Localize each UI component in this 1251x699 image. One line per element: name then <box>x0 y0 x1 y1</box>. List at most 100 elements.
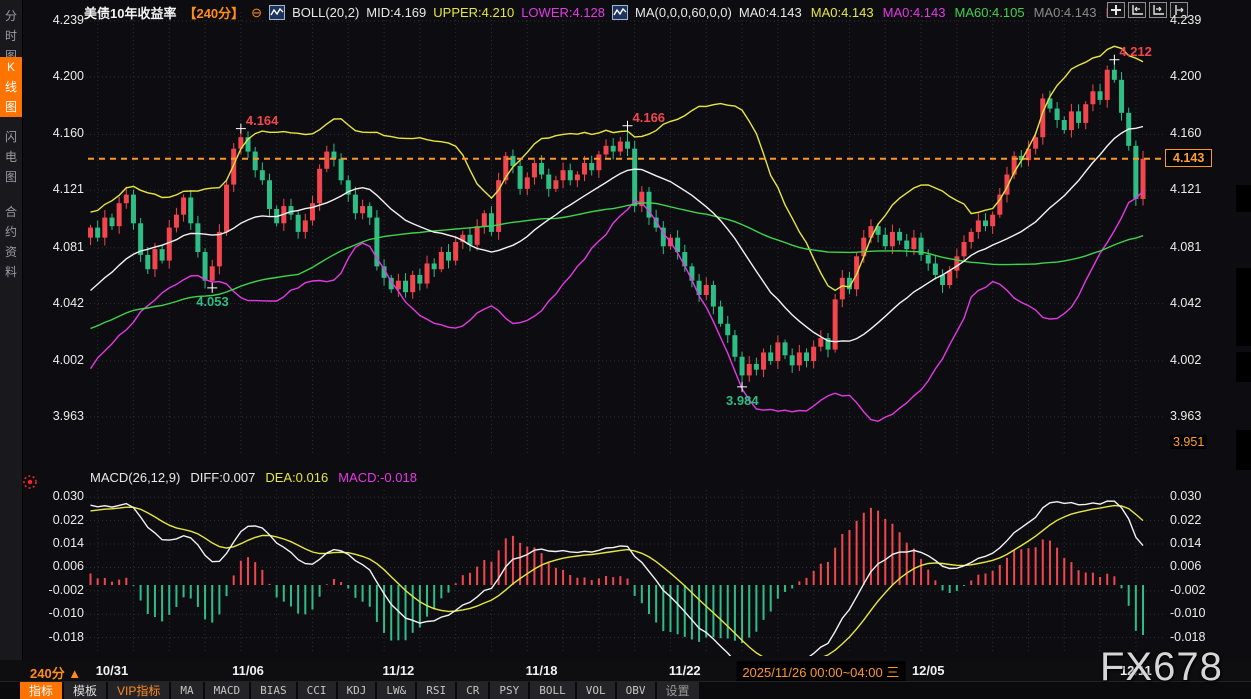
toolbar-button-VOL[interactable]: VOL <box>577 682 615 699</box>
macd-tick-label: 0.022 <box>28 513 84 527</box>
toolbar-button-BOLL[interactable]: BOLL <box>530 682 575 699</box>
toolbar-button-CR[interactable]: CR <box>457 682 488 699</box>
price-extreme-label: 4.166 <box>633 110 666 125</box>
boll-mid-value: MID:4.169 <box>366 5 426 20</box>
chart-app-window: 分时图K线图闪电图合约资料 美债10年收益率 【240分】 ⊖ BOLL(20,… <box>0 0 1251 699</box>
toolbar-button-VIP指标[interactable]: VIP指标 <box>108 682 169 699</box>
date-label: 11/22 <box>669 663 701 678</box>
macd-tick-label: 0.030 <box>1170 489 1201 503</box>
screen-artifact <box>1236 430 1251 470</box>
macd-tick-label: 0.006 <box>28 559 84 573</box>
macd-tick-label: 0.014 <box>28 536 84 550</box>
price-tick-label: 4.042 <box>1170 296 1201 310</box>
ma-chart-icon[interactable] <box>612 5 628 20</box>
candlestick-chart-canvas[interactable] <box>0 0 1251 699</box>
boll-label: BOLL(20,2) <box>292 5 359 20</box>
screen-artifact <box>1236 185 1251 212</box>
boll-chart-icon[interactable] <box>269 5 285 20</box>
date-label: 11/12 <box>382 663 414 678</box>
indicator-toolbar: 指标模板VIP指标MAMACDBIASCCIKDJLW&RSICRPSYBOLL… <box>0 681 1251 699</box>
macd-tick-label: -0.018 <box>28 630 84 644</box>
macd-tick-label: -0.010 <box>1170 606 1205 620</box>
symbol-title: 美债10年收益率 <box>84 3 176 22</box>
price-tick-label: 4.081 <box>1170 240 1201 254</box>
price-tick-label: 4.081 <box>28 240 84 254</box>
minus-circle-icon[interactable]: ⊖ <box>251 6 262 19</box>
highlighted-datetime-label: 2025/11/26 00:00~04:00 三 <box>736 661 905 682</box>
toolbar-button-MACD[interactable]: MACD <box>205 682 250 699</box>
price-extreme-label: 4.164 <box>246 113 279 128</box>
macd-tick-label: -0.002 <box>28 583 84 597</box>
screen-artifact <box>1236 268 1251 346</box>
date-label: 11/18 <box>526 663 558 678</box>
ma-value: MA60:4.105 <box>954 5 1024 20</box>
price-tick-label: 4.002 <box>28 353 84 367</box>
price-tick-label: 4.239 <box>1170 13 1201 27</box>
toolbar-button-指标[interactable]: 指标 <box>20 682 62 699</box>
price-extreme-label: 3.984 <box>726 393 759 408</box>
macd-params-label: MACD(26,12,9) <box>90 470 180 486</box>
ma-values: MA0:4.143 MA0:4.143 MA0:4.143 MA60:4.105 MA0… <box>739 5 1125 20</box>
macd-tick-label: 0.006 <box>1170 559 1201 573</box>
ma-params-label: MA(0,0,0,60,0,0) <box>635 5 732 20</box>
toolbar-button-模板[interactable]: 模板 <box>64 682 106 699</box>
price-tick-label: 4.002 <box>1170 353 1201 367</box>
macd-pane-legend: MACD(26,12,9) DIFF:0.007 DEA:0.016 MACD:… <box>90 470 417 486</box>
screen-artifact <box>1236 352 1251 382</box>
macd-dea-value: DEA:0.016 <box>265 470 328 486</box>
macd-diff-value: DIFF:0.007 <box>190 470 255 486</box>
time-axis-strip: 10/3111/0611/1211/1811/2212/0512/112025/… <box>0 660 1251 681</box>
price-tick-label: 4.160 <box>1170 126 1201 140</box>
ma-value: MA0:4.143 <box>739 5 802 20</box>
price-tick-label: 4.239 <box>28 13 84 27</box>
price-tick-label: 4.042 <box>28 296 84 310</box>
last-price-tag: 4.143 <box>1165 149 1212 167</box>
sidebar-tab-1[interactable]: K线图 <box>0 57 22 117</box>
toolbar-button-设置[interactable]: 设置 <box>657 682 699 699</box>
macd-tick-label: -0.010 <box>28 606 84 620</box>
toolbar-button-LW&[interactable]: LW& <box>377 682 415 699</box>
price-tick-label: 4.200 <box>28 69 84 83</box>
macd-value: MACD:-0.018 <box>338 470 417 486</box>
price-tick-label: 4.200 <box>1170 69 1201 83</box>
sidebar-tab-3[interactable]: 合约资料 <box>0 202 22 282</box>
date-label: 12/05 <box>912 663 945 678</box>
toolbar-button-RSI[interactable]: RSI <box>417 682 455 699</box>
price-tick-label: 4.121 <box>28 182 84 196</box>
scale-right-icon[interactable] <box>1149 2 1167 18</box>
boll-upper-value: UPPER:4.210 <box>433 5 514 20</box>
macd-tick-label: -0.002 <box>1170 583 1205 597</box>
price-extreme-label: 4.212 <box>1119 44 1152 59</box>
red-burst-icon[interactable] <box>22 474 38 490</box>
price-tick-label: 4.160 <box>28 126 84 140</box>
date-label: 11/06 <box>232 663 264 678</box>
date-label: 10/31 <box>96 663 129 678</box>
toolbar-button-BIAS[interactable]: BIAS <box>251 682 296 699</box>
toolbar-button-OBV[interactable]: OBV <box>617 682 655 699</box>
fx678-watermark: FX678 <box>1100 645 1223 690</box>
ma-value: MA0:4.143 <box>811 5 874 20</box>
toolbar-button-KDJ[interactable]: KDJ <box>338 682 376 699</box>
macd-tick-label: 0.030 <box>28 489 84 503</box>
scale-left-icon[interactable] <box>1128 2 1146 18</box>
period-label: 【240分】 <box>183 3 244 22</box>
price-tick-label: 3.963 <box>1170 409 1201 423</box>
price-tick-label: 3.963 <box>28 409 84 423</box>
price-tick-label: 4.121 <box>1170 182 1201 196</box>
ma-value: MA0:4.143 <box>1034 5 1097 20</box>
range-low-tag: 3.951 <box>1170 435 1207 449</box>
toolbar-button-PSY[interactable]: PSY <box>490 682 528 699</box>
ma-value: MA0:4.143 <box>883 5 946 20</box>
toolbar-button-MA[interactable]: MA <box>171 682 202 699</box>
price-extreme-label: 4.053 <box>196 294 229 309</box>
boll-lower-value: LOWER:4.128 <box>521 5 605 20</box>
price-pane-legend: 美债10年收益率 【240分】 ⊖ BOLL(20,2) MID:4.169 U… <box>84 3 1125 21</box>
period-quick-tag[interactable]: 240分 ▲ <box>30 663 81 682</box>
macd-tick-label: -0.018 <box>1170 630 1205 644</box>
macd-tick-label: 0.022 <box>1170 513 1201 527</box>
toolbar-button-CCI[interactable]: CCI <box>298 682 336 699</box>
macd-tick-label: 0.014 <box>1170 536 1201 550</box>
chart-type-sidebar: 分时图K线图闪电图合约资料 <box>0 0 23 660</box>
sidebar-tab-2[interactable]: 闪电图 <box>0 127 22 187</box>
pan-tool-icon[interactable] <box>1107 2 1125 18</box>
